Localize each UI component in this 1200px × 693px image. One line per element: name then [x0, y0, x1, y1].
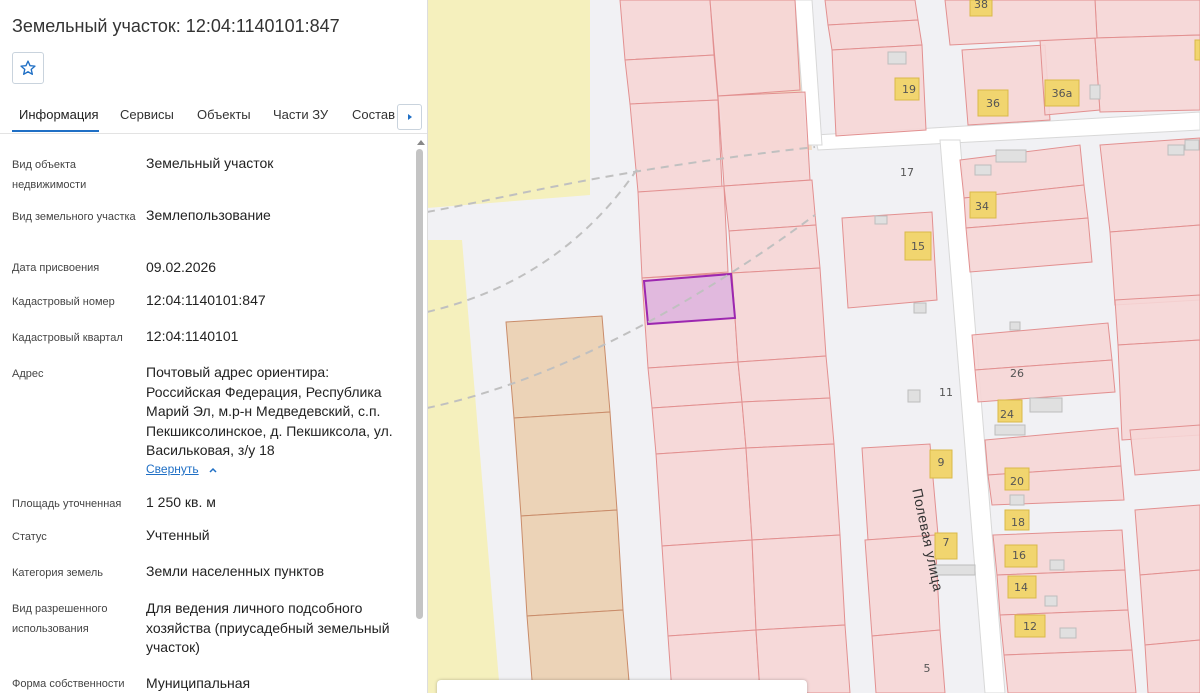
house-number: 5: [924, 662, 931, 675]
field-label-cadastral-quarter: Кадастровый квартал: [12, 332, 123, 344]
field-label-cadastral-number: Кадастровый номер: [12, 296, 115, 308]
house-number: 19: [902, 83, 916, 96]
house-number: 18: [1011, 516, 1025, 529]
house-number: 7: [943, 536, 950, 549]
tab-information[interactable]: Информация: [19, 107, 99, 122]
field-label-status: Статус: [12, 531, 47, 543]
field-value-land-type: Землепользование: [146, 207, 271, 223]
field-label-object-type: Вид объекта недвижимости: [12, 159, 87, 191]
tab-composition[interactable]: Состав: [352, 107, 395, 122]
collapse-link[interactable]: Свернуть: [146, 462, 199, 476]
field-value-area: 1 250 кв. м: [146, 494, 216, 510]
tab-parts[interactable]: Части ЗУ: [273, 107, 328, 122]
map-zone-yellow-top: [427, 0, 590, 208]
house-number: 14: [1014, 581, 1028, 594]
field-label-assign-date: Дата присвоения: [12, 262, 100, 274]
tabs-next-button[interactable]: [397, 104, 422, 130]
map-layer: 38 19 36 36а 17 34 15 26 11 24 9 20 18 7…: [427, 0, 1200, 693]
house-number: 12: [1023, 620, 1037, 633]
map-bottom-panel[interactable]: [437, 680, 807, 693]
field-value-cadastral-number: 12:04:1140101:847: [146, 292, 266, 308]
house-number: 15: [911, 240, 925, 253]
favorite-button[interactable]: [12, 52, 44, 84]
map-zone-yellow-left: [427, 240, 500, 693]
house-number: 34: [975, 200, 989, 213]
scroll-up-arrow-icon[interactable]: [417, 140, 425, 145]
field-value-object-type: Земельный участок: [146, 155, 274, 171]
field-value-permitted-use: Для ведения личного подсобного хозяйства…: [146, 600, 390, 655]
house-number: 36: [986, 97, 1000, 110]
scrollbar[interactable]: [414, 140, 426, 693]
field-value-cadastral-quarter: 12:04:1140101: [146, 328, 239, 344]
house-number: 16: [1012, 549, 1026, 562]
tab-services[interactable]: Сервисы: [120, 107, 174, 122]
cadastral-map[interactable]: 38 19 36 36а 17 34 15 26 11 24 9 20 18 7…: [427, 0, 1200, 693]
field-value-status: Учтенный: [146, 527, 210, 543]
chevron-up-icon: [209, 467, 217, 473]
house-number: 24: [1000, 408, 1014, 421]
field-label-area: Площадь уточненная: [12, 498, 122, 510]
house-number: 20: [1010, 475, 1024, 488]
active-tab-indicator: [12, 130, 99, 132]
field-value-land-category: Земли населенных пунктов: [146, 563, 325, 579]
field-label-land-type: Вид земельного участка: [12, 211, 136, 223]
tab-bar: Информация Сервисы Объекты Части ЗУ Сост…: [0, 100, 427, 134]
star-icon: [20, 60, 36, 75]
field-value-assign-date: 09.02.2026: [146, 259, 217, 275]
tan-lots: [505, 315, 631, 693]
chevron-right-icon: [407, 114, 412, 120]
house-number: 17: [900, 166, 914, 179]
house-number: 38: [974, 0, 988, 11]
field-label-address: Адрес: [12, 368, 44, 380]
house-number: 11: [939, 386, 953, 399]
info-panel: Земельный участок: 12:04:1140101:847 Инф…: [0, 0, 428, 693]
house-number: 9: [938, 456, 945, 469]
field-value-ownership: Муниципальная: [146, 675, 251, 691]
house-number: 36а: [1052, 87, 1073, 100]
field-label-permitted-use: Вид разрешенного использования: [12, 603, 108, 635]
field-label-ownership: Форма собственности: [12, 678, 125, 690]
field-label-land-category: Категория земель: [12, 567, 103, 579]
collapse-link-chevron[interactable]: [207, 463, 219, 481]
page-title: Земельный участок: 12:04:1140101:847: [12, 16, 340, 36]
field-value-address: Почтовый адрес ориентира: Российская Фед…: [146, 364, 393, 458]
house-number: 26: [1010, 367, 1024, 380]
tab-objects[interactable]: Объекты: [197, 107, 251, 122]
scroll-thumb[interactable]: [416, 149, 423, 619]
